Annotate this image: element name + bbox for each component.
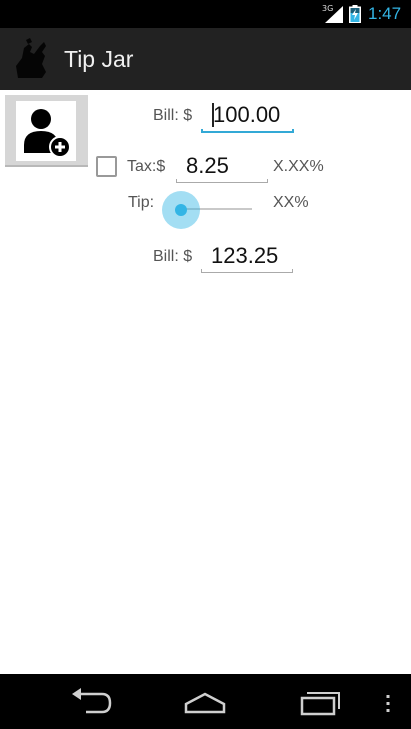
add-contact-button[interactable] xyxy=(5,95,88,167)
bill-label: Bill: $ xyxy=(153,107,193,124)
status-bar: 3G 1:47 xyxy=(0,0,411,28)
tip-jar-app-icon[interactable] xyxy=(12,38,52,82)
overflow-menu-icon[interactable] xyxy=(380,684,396,720)
signal-strength-icon xyxy=(325,6,343,23)
total-label: Bill: $ xyxy=(153,248,193,265)
tax-input-value: 8.25 xyxy=(186,153,229,178)
app-title: Tip Jar xyxy=(64,46,134,72)
total-underline xyxy=(201,269,293,273)
tax-input[interactable]: 8.25 xyxy=(176,148,268,186)
total-value: 123.25 xyxy=(211,243,279,268)
action-bar: Tip Jar xyxy=(0,28,411,90)
tax-input-underline xyxy=(176,179,268,183)
back-icon[interactable] xyxy=(66,684,116,720)
bill-input-value: 100.00 xyxy=(213,102,281,127)
navigation-bar xyxy=(0,674,411,729)
contact-picture-frame xyxy=(16,101,76,161)
add-contact-icon xyxy=(24,109,71,158)
home-icon[interactable] xyxy=(180,684,230,720)
tax-checkbox[interactable] xyxy=(96,156,117,177)
tax-label: Tax:$ xyxy=(127,158,166,175)
status-clock: 1:47 xyxy=(368,4,402,23)
total-field[interactable]: 123.25 xyxy=(201,238,293,276)
tip-slider-thumb[interactable] xyxy=(175,204,187,216)
tax-percent-label: X.XX% xyxy=(273,158,324,175)
text-cursor xyxy=(212,103,214,127)
bill-input-underline xyxy=(201,129,294,133)
tip-percent-label: XX% xyxy=(273,194,309,211)
battery-charging-icon xyxy=(349,5,361,23)
bill-input[interactable]: 100.00 xyxy=(201,98,294,136)
tip-form: Bill: $ 100.00 Tax:$ 8.25 X.XX% Tip: XX%… xyxy=(0,90,411,674)
recent-apps-icon[interactable] xyxy=(298,684,344,720)
tip-label: Tip: xyxy=(128,194,155,211)
